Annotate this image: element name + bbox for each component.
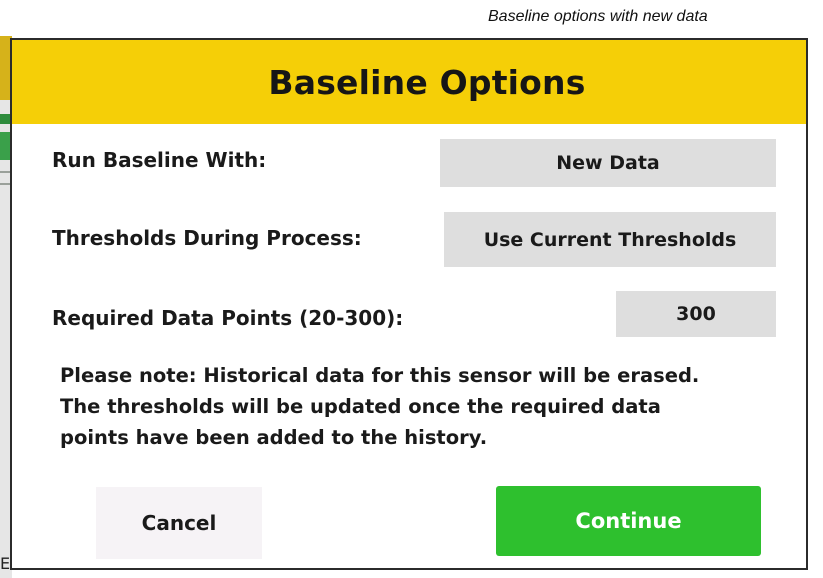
warning-note-line: The thresholds will be updated once the … <box>60 395 661 418</box>
baseline-options-dialog: Baseline Options Run Baseline With: New … <box>10 38 808 570</box>
run-baseline-selector[interactable]: New Data <box>440 139 776 187</box>
warning-note-line: points have been added to the history. <box>60 426 488 449</box>
run-baseline-label: Run Baseline With: <box>52 148 267 172</box>
dialog-header: Baseline Options <box>12 40 806 124</box>
continue-button[interactable]: Continue <box>496 486 761 556</box>
data-points-label: Required Data Points (20-300): <box>52 306 404 330</box>
warning-note-line: Please note: Historical data for this se… <box>60 364 700 387</box>
screenshot-caption: Baseline options with new data <box>488 8 708 25</box>
thresholds-selector[interactable]: Use Current Thresholds <box>444 212 776 267</box>
background-text: E <box>0 554 11 573</box>
warning-note: Please note: Historical data for this se… <box>60 360 780 453</box>
thresholds-label: Thresholds During Process: <box>52 226 362 250</box>
data-points-input[interactable]: 300 <box>616 291 776 337</box>
dialog-title: Baseline Options <box>268 62 586 102</box>
cancel-button[interactable]: Cancel <box>96 487 262 559</box>
